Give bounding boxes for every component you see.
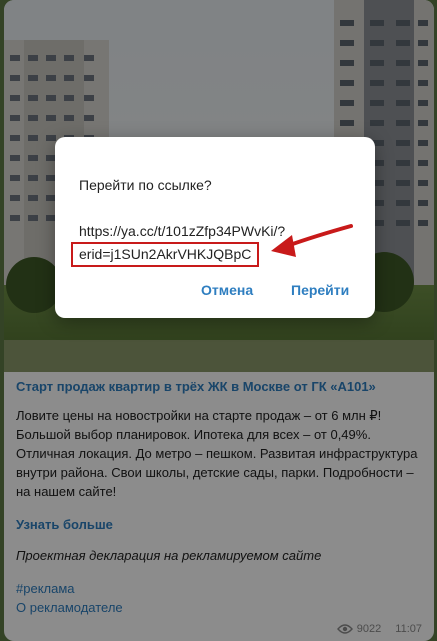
dialog-url-line1: https://ya.cc/t/101zZfp34PWvKi/? — [79, 223, 286, 239]
dialog-title: Перейти по ссылке? — [79, 177, 212, 193]
cancel-button[interactable]: Отмена — [201, 282, 253, 298]
modal-overlay[interactable] — [0, 0, 437, 641]
go-button[interactable]: Перейти — [291, 282, 349, 298]
dialog-url-erid-highlighted: erid=j1SUn2AkrVHKJQBpC — [71, 242, 260, 267]
red-arrow-icon — [271, 224, 353, 257]
